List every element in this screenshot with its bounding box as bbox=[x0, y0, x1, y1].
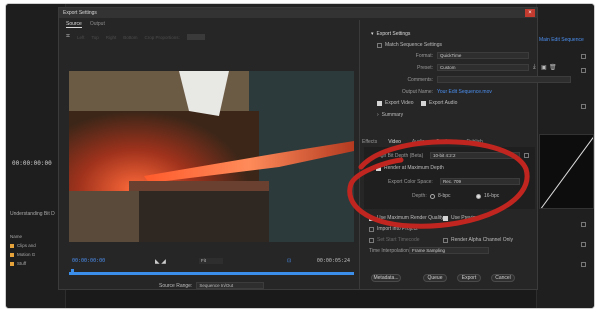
comments-input[interactable] bbox=[437, 76, 571, 83]
export-button[interactable]: Export bbox=[457, 274, 481, 282]
format-label: Format: bbox=[415, 53, 433, 59]
list-item[interactable]: Stuff bbox=[10, 259, 36, 268]
render-max-depth-checkbox[interactable]: Render at Maximum Depth bbox=[376, 165, 444, 171]
import-preset-icon[interactable]: ▣ bbox=[541, 64, 547, 71]
export-audio-checkbox[interactable]: Export Audio bbox=[421, 100, 457, 106]
output-name-label: Output Name: bbox=[401, 89, 433, 95]
crop-toolbar: ⌗ Left Top Right Bottom Crop Proportions… bbox=[66, 33, 205, 41]
depth-8-radio[interactable]: 8-bpc bbox=[430, 193, 451, 199]
tab-effects[interactable]: Effects bbox=[362, 139, 377, 145]
tab-publish[interactable]: Publish bbox=[466, 139, 482, 145]
background-project-label: Understanding Bit D bbox=[10, 211, 55, 217]
crop-top-label: Top bbox=[91, 34, 99, 40]
import-into-project-checkbox[interactable]: Import into Project bbox=[369, 226, 418, 232]
output-name-link[interactable]: Your Edit Sequence.mov bbox=[437, 89, 492, 95]
depth-label: Depth: bbox=[412, 193, 427, 199]
in-out-markers-icon[interactable]: ◣ ◢ bbox=[155, 258, 166, 265]
crop-icon[interactable]: ⌗ bbox=[66, 33, 70, 41]
tab-captions[interactable]: Captions bbox=[436, 139, 456, 145]
forge-blade-image bbox=[69, 71, 354, 242]
list-item[interactable]: Motion G bbox=[10, 250, 36, 259]
tab-video[interactable]: Video bbox=[388, 139, 401, 145]
codec-checkbox[interactable] bbox=[524, 153, 529, 158]
list-header: Name bbox=[10, 234, 23, 239]
match-sequence-checkbox[interactable]: Match Sequence Settings bbox=[377, 42, 442, 48]
source-range-label: Source Range: bbox=[159, 282, 193, 289]
codec-select[interactable]: 10-bit 4:2:2 bbox=[430, 152, 520, 159]
dialog-titlebar: Export Settings bbox=[59, 8, 537, 18]
delete-preset-icon[interactable]: 🗑 bbox=[549, 64, 557, 71]
comments-label: Comments: bbox=[407, 77, 433, 83]
playhead[interactable] bbox=[71, 269, 74, 274]
crop-left-label: Left bbox=[76, 34, 85, 40]
summary-toggle[interactable]: › Summary bbox=[377, 112, 403, 118]
tab-output[interactable]: Output bbox=[90, 21, 105, 28]
checkbox[interactable] bbox=[581, 54, 586, 59]
time-interpolation-select[interactable]: Frame Sampling bbox=[409, 247, 489, 254]
video-settings-box: High Bit Depth (Beta) 10-bit 4:2:2 Rende… bbox=[364, 147, 535, 209]
background-project-list: Name Clips and Motion G Stuff bbox=[10, 232, 36, 268]
export-settings-dialog: Export Settings × Source Output ⌗ Left T… bbox=[58, 7, 571, 290]
queue-button[interactable]: Queue bbox=[423, 274, 447, 282]
color-space-label: Export Color Space: bbox=[388, 179, 433, 185]
source-output-tabs: Source Output bbox=[66, 21, 105, 28]
source-range-select[interactable]: Sequence In/Out bbox=[196, 282, 265, 289]
preset-select[interactable]: Custom bbox=[437, 64, 529, 71]
expand-icon[interactable]: › bbox=[377, 112, 379, 118]
export-video-checkbox[interactable]: Export Video bbox=[377, 100, 414, 106]
color-space-select[interactable]: Rec. 709 bbox=[440, 178, 520, 185]
export-settings-header[interactable]: ▾ Export Settings bbox=[371, 31, 410, 37]
time-interpolation-label: Time Interpolation: bbox=[369, 248, 411, 254]
zoom-fit-select[interactable]: Fit bbox=[199, 258, 223, 264]
crop-proportions-label: Crop Proportions: bbox=[144, 34, 180, 40]
sequence-link[interactable]: Main Edit Sequence bbox=[539, 37, 584, 43]
background-left-panel: 00:00:00:00 Understanding Bit D Name Cli… bbox=[6, 4, 66, 308]
settings-tabs: Effects Video Audio Captions Publish bbox=[362, 139, 483, 145]
timecode-row: 00:00:00:00 ◣ ◢ Fit ⊡ 00:00:05:24 bbox=[69, 258, 354, 266]
cancel-button[interactable]: Cancel bbox=[491, 274, 515, 282]
metadata-button[interactable]: Metadata... bbox=[371, 274, 401, 282]
crop-bottom-label: Bottom bbox=[123, 34, 138, 40]
app-frame: 00:00:00:00 Understanding Bit D Name Cli… bbox=[6, 4, 594, 308]
dialog-title: Export Settings bbox=[63, 10, 97, 16]
background-timecode: 00:00:00:00 bbox=[12, 160, 52, 167]
scrub-bar[interactable] bbox=[69, 272, 354, 275]
source-range: Source Range: Sequence In/Out bbox=[159, 282, 265, 289]
out-timecode[interactable]: 00:00:05:24 bbox=[317, 258, 350, 264]
max-render-quality-checkbox[interactable]: Use Maximum Render Quality bbox=[369, 215, 444, 221]
use-previews-checkbox[interactable]: Use Previews bbox=[443, 215, 482, 221]
tab-audio[interactable]: Audio bbox=[412, 139, 425, 145]
crop-right-label: Right bbox=[105, 34, 117, 40]
lumetri-scope bbox=[539, 134, 594, 209]
snap-icon[interactable]: ⊡ bbox=[287, 258, 291, 264]
close-button[interactable]: × bbox=[525, 9, 535, 17]
panel-divider bbox=[359, 20, 360, 290]
checkbox[interactable] bbox=[581, 242, 586, 247]
scope-curve-icon bbox=[540, 136, 593, 208]
video-preview bbox=[69, 71, 354, 242]
checkbox[interactable] bbox=[581, 104, 586, 109]
depth-16-radio[interactable]: 16-bpc bbox=[476, 193, 499, 199]
save-preset-icon[interactable]: ⤓ bbox=[533, 64, 536, 71]
list-item[interactable]: Clips and bbox=[10, 241, 36, 250]
set-start-timecode-checkbox[interactable]: Set Start Timecode bbox=[369, 237, 420, 243]
format-select[interactable]: QuickTime bbox=[437, 52, 529, 59]
background-timeline bbox=[66, 289, 536, 308]
collapse-icon[interactable]: ▾ bbox=[371, 31, 374, 37]
checkbox[interactable] bbox=[581, 222, 586, 227]
tab-source[interactable]: Source bbox=[66, 21, 82, 28]
codec-label: High Bit Depth (Beta) bbox=[376, 153, 424, 159]
in-timecode[interactable]: 00:00:00:00 bbox=[72, 258, 105, 264]
render-alpha-checkbox[interactable]: Render Alpha Channel Only bbox=[443, 237, 513, 243]
crop-proportions-select[interactable] bbox=[186, 34, 205, 40]
checkbox[interactable] bbox=[581, 68, 586, 73]
checkbox[interactable] bbox=[581, 262, 586, 267]
preset-label: Preset: bbox=[417, 65, 433, 71]
